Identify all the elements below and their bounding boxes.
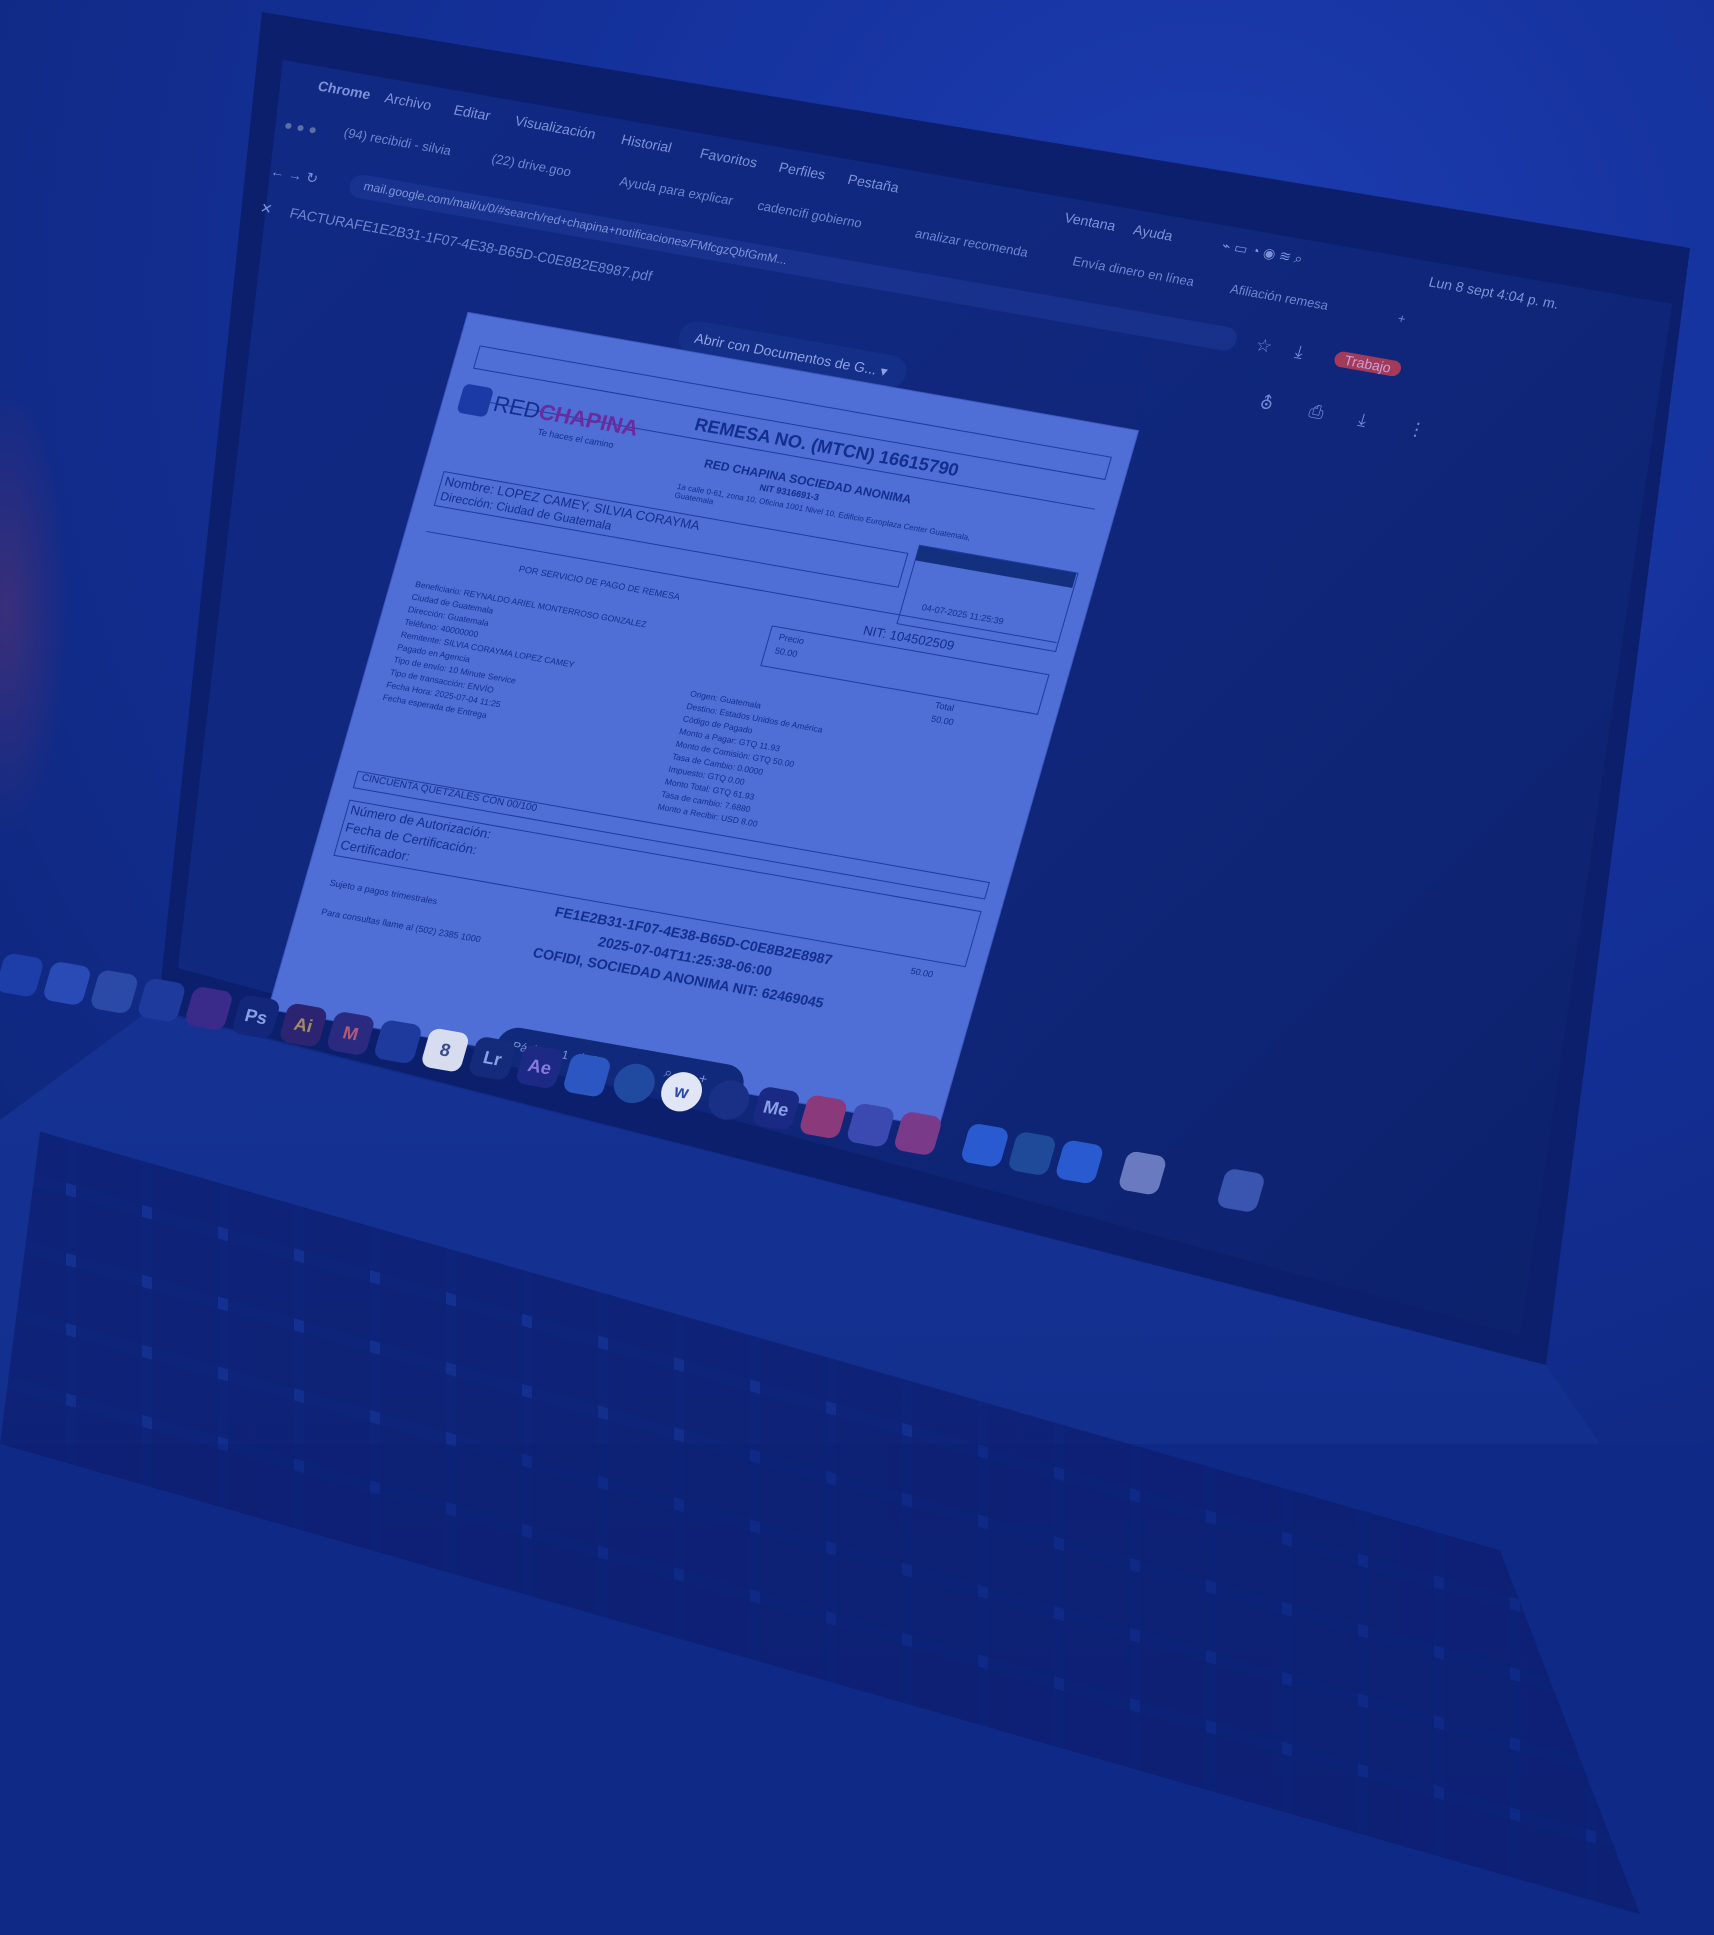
dock-m-icon[interactable]: M <box>325 1010 376 1057</box>
dock-finder-icon[interactable] <box>0 952 46 998</box>
dock-photos-icon[interactable] <box>89 968 140 1015</box>
dock-trash-icon[interactable] <box>1215 1167 1267 1214</box>
dock-figma-icon[interactable] <box>372 1018 424 1065</box>
download-icon[interactable]: ⤓ <box>1356 409 1369 431</box>
bookmark-star-icon[interactable]: ☆ <box>1253 335 1274 358</box>
dock-media-encoder-icon[interactable]: Me <box>750 1085 802 1132</box>
downloads-icon[interactable]: ⤓ <box>1292 341 1306 363</box>
pdf-page: REMESA NO. (MTCN) 16615790 RED CHAPINA T… <box>268 312 1138 1127</box>
dock-calendar-icon[interactable]: 8 <box>419 1027 471 1073</box>
dock-illustrator-icon[interactable]: Ai <box>278 1002 329 1048</box>
dock-after-effects-icon[interactable]: Ae <box>514 1043 565 1090</box>
total-label: Total <box>933 700 956 714</box>
dock-chrome-icon[interactable] <box>41 960 93 1007</box>
profile-button[interactable]: Trabajo <box>1332 350 1403 378</box>
footer-note-2: Para consultas llame al (502) 2385 1000 <box>320 906 483 945</box>
menu-item-historial[interactable]: Historial <box>619 131 673 155</box>
dock-photoshop-icon[interactable]: Ps <box>230 993 282 1040</box>
dock-excel-icon[interactable] <box>1006 1130 1058 1177</box>
dock-notes-icon[interactable] <box>136 977 187 1023</box>
menu-item-archivo[interactable]: Archivo <box>383 89 433 113</box>
dock-app-store-icon[interactable] <box>959 1122 1011 1169</box>
menu-item-favoritos[interactable]: Favoritos <box>698 145 759 170</box>
dock-word-icon[interactable] <box>1054 1139 1105 1185</box>
more-options-icon[interactable]: ⋮ <box>1405 418 1428 441</box>
dock-webex-icon[interactable]: w <box>656 1068 707 1115</box>
logo-text-red: RED <box>490 391 544 424</box>
dock-lightroom-icon[interactable]: Lr <box>467 1035 518 1082</box>
dock-preview-icon[interactable] <box>561 1052 613 1098</box>
total-right: 50.00 <box>909 965 935 980</box>
menu-item-pestana[interactable]: Pestaña <box>846 171 901 195</box>
detail-text: POR SERVICIO DE PAGO DE REMESA <box>517 563 682 602</box>
add-to-drive-icon[interactable]: ⛢ <box>1257 392 1276 415</box>
left-detail-block: Beneficiario: REYNALDO ARIEL MONTERROSO … <box>381 578 673 749</box>
dock-slack-icon[interactable] <box>845 1102 896 1148</box>
menu-item-perfiles[interactable]: Perfiles <box>777 159 827 183</box>
total-value: 50.00 <box>929 713 955 728</box>
print-icon[interactable]: ⎙ <box>1306 401 1327 424</box>
footer-note-1: Sujeto a pagos trimestrales <box>328 877 439 907</box>
dock-teams-icon[interactable] <box>892 1110 944 1157</box>
dock-spotify-icon[interactable] <box>609 1060 660 1107</box>
nav-back-forward-reload[interactable]: ← → ↻ <box>269 163 320 188</box>
dock-preview-doc-icon[interactable] <box>1117 1150 1168 1196</box>
menu-item-ventana[interactable]: Ventana <box>1063 209 1118 233</box>
window-controls[interactable]: ● ● ● <box>282 116 319 137</box>
dock-office-icon[interactable] <box>798 1093 849 1140</box>
menu-item-ayuda[interactable]: Ayuda <box>1132 221 1175 243</box>
dock-acrobat-icon[interactable] <box>183 985 235 1032</box>
menu-app-name[interactable]: Chrome <box>316 78 373 103</box>
menu-item-editar[interactable]: Editar <box>452 102 492 124</box>
red-chapina-logo-icon <box>456 383 495 418</box>
dock-chatgpt-icon[interactable] <box>703 1077 755 1123</box>
background-object <box>0 380 70 840</box>
